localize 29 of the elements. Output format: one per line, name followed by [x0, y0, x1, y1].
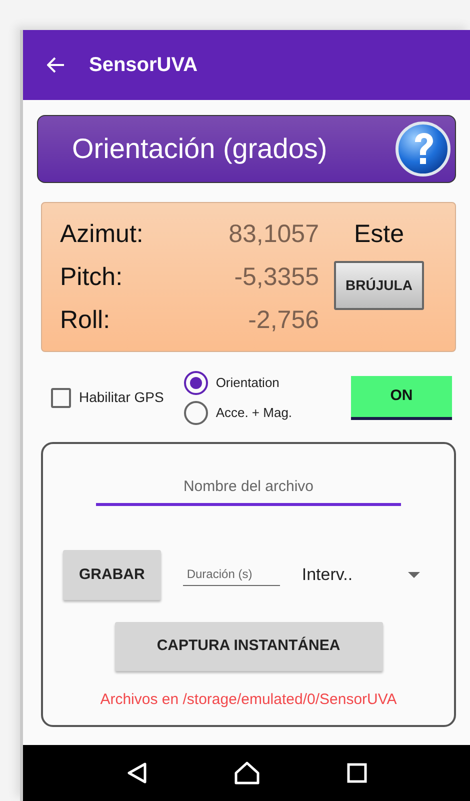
dropdown-caret-icon[interactable] [408, 572, 420, 578]
back-icon[interactable] [126, 762, 146, 784]
reading-value: -2,756 [247, 304, 319, 336]
reading-value: -5,3355 [233, 262, 319, 292]
checkbox[interactable] [51, 388, 71, 408]
radio-button[interactable] [184, 400, 208, 424]
home-icon[interactable] [234, 761, 260, 785]
app-title: SensorUVA [89, 53, 198, 78]
reading-label: Azimut: [60, 218, 144, 250]
radio-label: Orientation [216, 374, 280, 392]
toggle-button[interactable]: ON [351, 376, 452, 420]
file-name-field[interactable]: Nombre del archivo [96, 472, 401, 506]
reading-label: Roll: [60, 304, 112, 336]
reading-label: Pitch: [60, 262, 124, 292]
recent-apps-icon[interactable] [346, 763, 366, 783]
record-button[interactable]: GRABAR [63, 550, 161, 600]
help-icon[interactable] [395, 121, 451, 177]
interval-dropdown[interactable]: Interv.. [302, 562, 353, 588]
storage-path-text: Archivos en /storage/emulated/0/SensorUVA [100, 690, 397, 710]
radio-button[interactable] [184, 370, 208, 394]
compass-button[interactable]: BRÚJULA [334, 261, 424, 310]
checkbox-label: Habilitar GPS [79, 388, 164, 407]
back-arrow-icon[interactable] [47, 57, 65, 73]
snapshot-button[interactable]: CAPTURA INSTANTÁNEA [114, 622, 382, 670]
direction-text: Este [354, 219, 404, 250]
reading-value: 83,1057 [228, 218, 319, 250]
duration-field[interactable]: Duración (s) [182, 563, 280, 586]
radio-label: Acce. + Mag. [216, 404, 292, 422]
section-title: Orientación (grados) [72, 132, 328, 166]
